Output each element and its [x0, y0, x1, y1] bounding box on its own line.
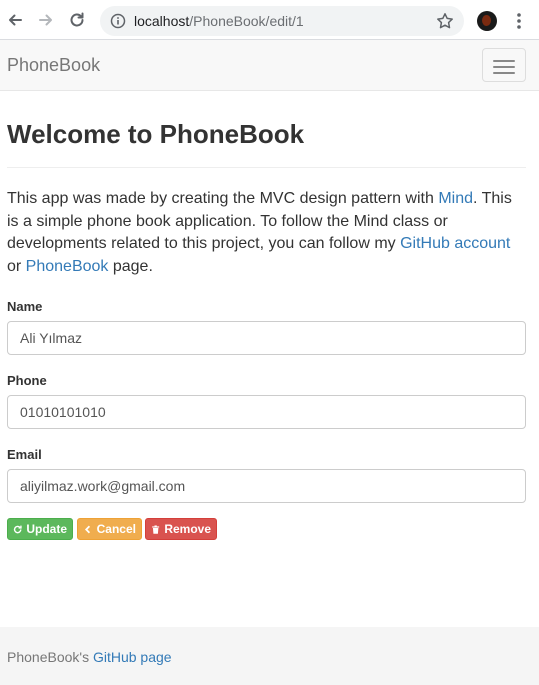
reload-icon	[70, 12, 84, 27]
page-footer: PhoneBook's GitHub page	[0, 627, 539, 685]
hamburger-icon	[493, 72, 515, 74]
navbar-toggle-button[interactable]	[482, 48, 526, 82]
phone-label: Phone	[7, 373, 47, 388]
intro-text: This app was made by creating the MVC de…	[7, 190, 439, 207]
mind-link[interactable]: Mind	[438, 190, 473, 207]
intro-paragraph: This app was made by creating the MVC de…	[7, 188, 526, 278]
name-label: Name	[7, 299, 43, 314]
url-text: localhost/PhoneBook/edit/1	[134, 13, 304, 29]
phone-input[interactable]	[7, 395, 526, 429]
footer-text: PhoneBook's GitHub page	[7, 649, 172, 665]
page-title: Welcome to PhoneBook	[7, 119, 305, 149]
footer-prefix: PhoneBook's	[7, 649, 93, 665]
forward-arrow-icon	[39, 14, 52, 26]
remove-button[interactable]: Remove	[145, 518, 217, 540]
update-label: Update	[26, 522, 67, 536]
hamburger-icon	[493, 66, 515, 68]
bookmark-star-icon[interactable]	[436, 12, 454, 30]
url-path: /PhoneBook/edit/1	[189, 13, 304, 29]
back-arrow-icon	[9, 14, 22, 26]
intro-text: page.	[108, 257, 153, 275]
cancel-button[interactable]: Cancel	[77, 518, 142, 540]
navbar-brand[interactable]: PhoneBook	[7, 55, 100, 75]
footer-github-link[interactable]: GitHub page	[93, 649, 172, 665]
email-label: Email	[7, 447, 42, 462]
url-host: localhost	[134, 13, 190, 29]
address-bar[interactable]: localhost/PhoneBook/edit/1	[100, 6, 464, 36]
back-button[interactable]	[3, 8, 27, 32]
divider	[7, 167, 526, 168]
profile-avatar[interactable]	[477, 11, 497, 31]
refresh-icon	[13, 525, 22, 533]
hamburger-icon	[493, 60, 515, 62]
info-icon[interactable]	[110, 13, 126, 29]
intro-text: or	[7, 257, 26, 275]
phonebook-link[interactable]: PhoneBook	[26, 258, 109, 275]
forward-button[interactable]	[34, 8, 58, 32]
browser-toolbar: localhost/PhoneBook/edit/1	[0, 0, 539, 40]
more-menu-icon[interactable]	[512, 11, 526, 31]
chevron-left-icon	[84, 525, 91, 533]
email-input[interactable]	[7, 469, 526, 503]
reload-button[interactable]	[65, 8, 89, 32]
app-navbar: PhoneBook	[0, 40, 539, 91]
cancel-label: Cancel	[96, 522, 136, 536]
trash-icon	[152, 524, 160, 534]
remove-label: Remove	[164, 522, 211, 536]
update-button[interactable]: Update	[7, 518, 73, 540]
name-input[interactable]	[7, 321, 526, 355]
github-account-link[interactable]: GitHub account	[400, 235, 510, 252]
